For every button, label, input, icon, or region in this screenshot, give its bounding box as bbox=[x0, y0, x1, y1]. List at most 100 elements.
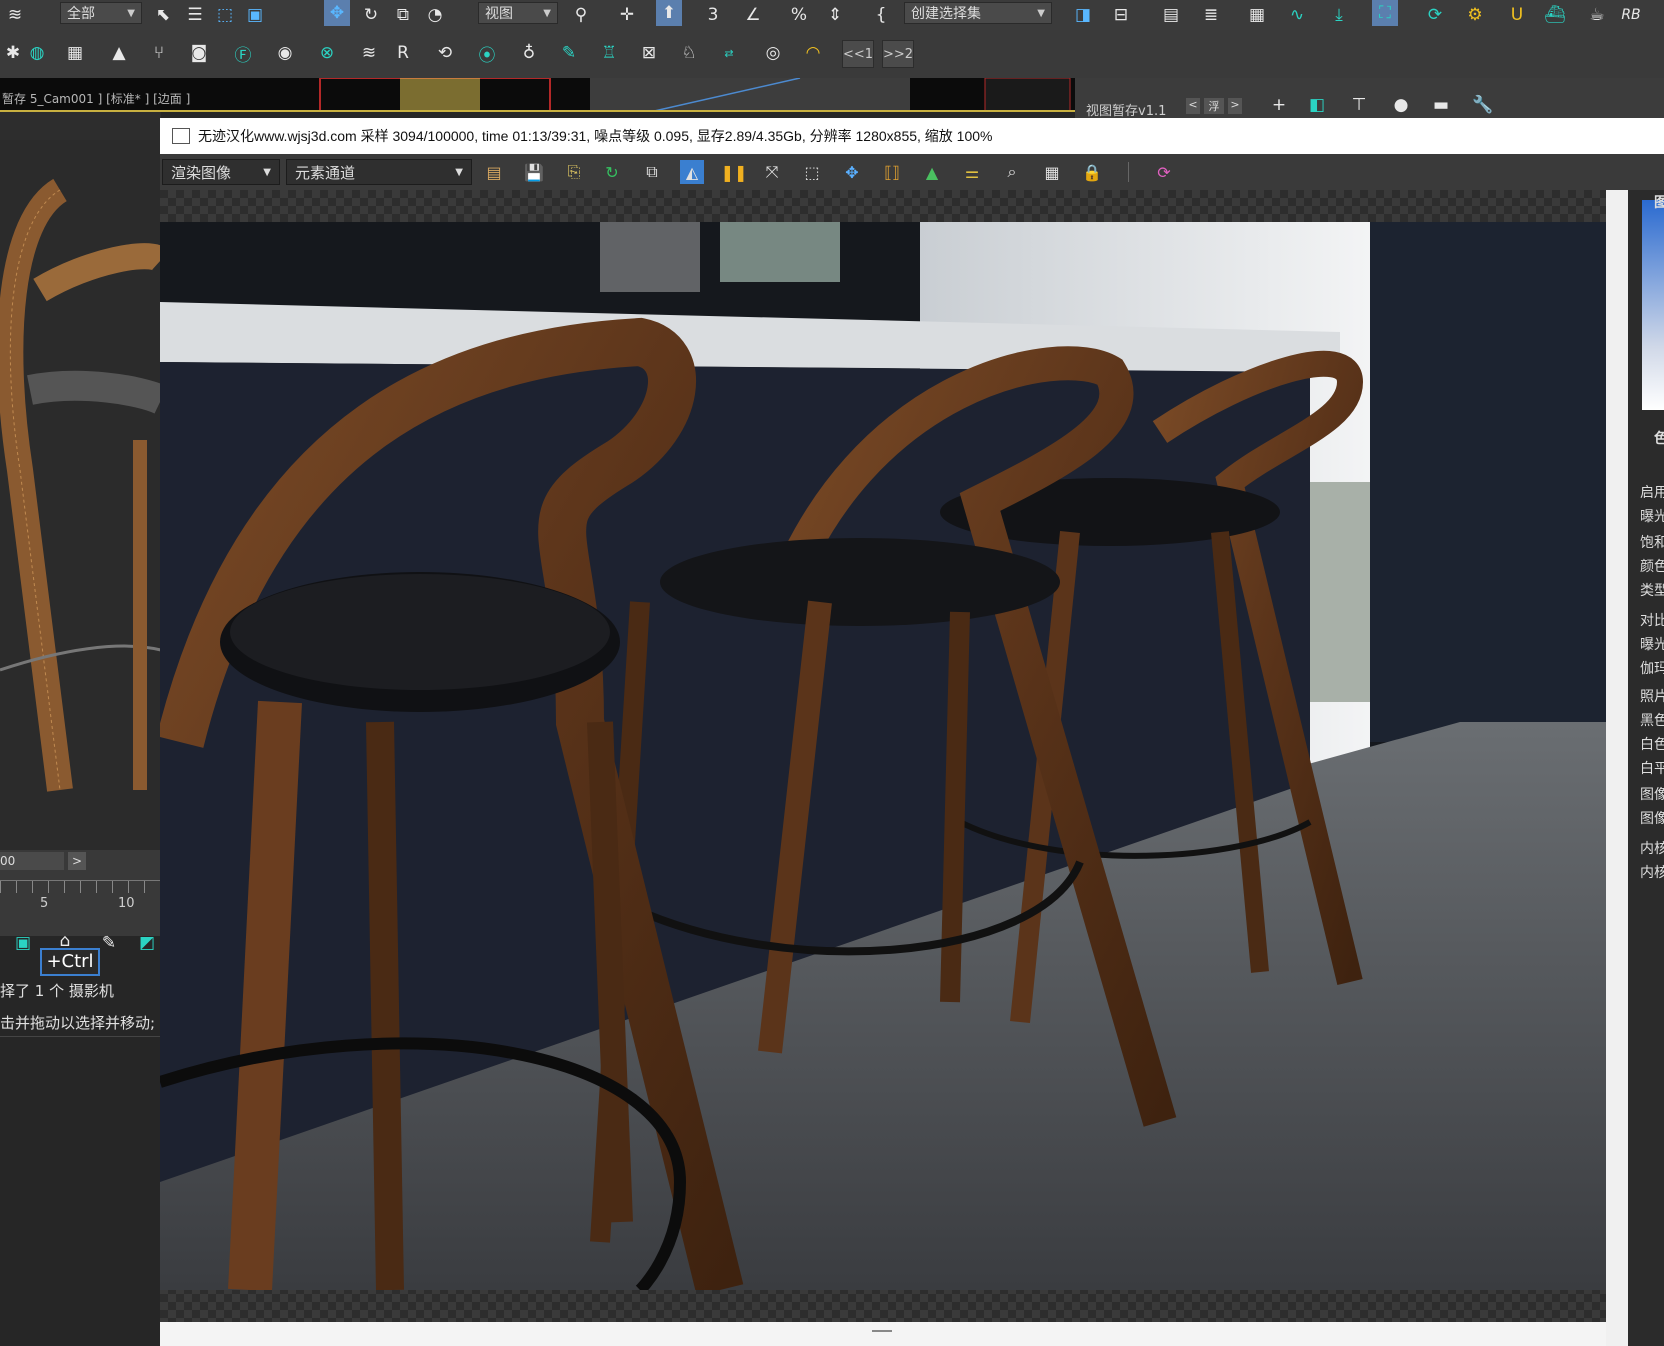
fit-icon[interactable]: ⤧ bbox=[760, 160, 784, 184]
rendered-frame-icon[interactable]: U bbox=[1504, 2, 1530, 28]
globe-icon[interactable]: ◍ bbox=[24, 40, 50, 66]
refresh-render-icon[interactable]: ⟳ bbox=[1152, 160, 1176, 184]
save-lock-icon[interactable]: ▤ bbox=[482, 160, 506, 184]
select-manipulate-icon[interactable]: ✛ bbox=[614, 2, 640, 28]
eyedropper-icon[interactable]: ✎ bbox=[556, 40, 582, 66]
scatter-icon[interactable]: ⊗ bbox=[314, 40, 340, 66]
curve-editor-icon[interactable]: ∿ bbox=[1284, 2, 1310, 28]
keyboard-shortcut-icon[interactable]: ⬆ bbox=[656, 0, 682, 26]
frame-field[interactable]: 00 bbox=[0, 852, 64, 870]
stash-float-button[interactable]: 浮 bbox=[1204, 98, 1224, 114]
selection-filter-combo[interactable]: 全部 ▼ bbox=[60, 2, 142, 24]
save-image-icon[interactable]: 💾 bbox=[522, 160, 546, 184]
select-by-name-icon[interactable]: ☰ bbox=[182, 2, 208, 28]
link-icon[interactable]: ≋ bbox=[2, 2, 28, 28]
rect-region-icon[interactable]: ⬚ bbox=[212, 2, 238, 28]
select-move-icon[interactable]: ✥ bbox=[324, 0, 350, 26]
arc-icon[interactable]: ◠ bbox=[800, 40, 826, 66]
left-viewport-header bbox=[0, 112, 161, 142]
left-viewport[interactable] bbox=[0, 140, 161, 850]
pause-icon[interactable]: ❚❚ bbox=[721, 160, 748, 184]
motion-panel-icon[interactable]: ● bbox=[1388, 92, 1414, 118]
pivot-icon[interactable]: ⚲ bbox=[568, 2, 594, 28]
percent-snap-icon[interactable]: % bbox=[786, 2, 812, 28]
utilities-panel-icon[interactable]: 🔧 bbox=[1470, 92, 1496, 118]
cr-vr-convert-icon[interactable]: ⇄ bbox=[716, 40, 742, 66]
sun-icon[interactable]: ✱ bbox=[0, 40, 26, 66]
right-panel-item: 曝光 bbox=[1640, 509, 1664, 525]
chair-icon[interactable]: ⑂ bbox=[146, 40, 172, 66]
settings-sliders-icon[interactable]: ⚌ bbox=[960, 160, 984, 184]
render-image-combo[interactable]: 渲染图像 ▼ bbox=[162, 159, 280, 185]
load-image-icon[interactable]: ↻ bbox=[600, 160, 624, 184]
selection-set-combo[interactable]: 创建选择集 ▼ bbox=[904, 2, 1052, 24]
zoom-icon[interactable]: ⌕ bbox=[1000, 160, 1024, 184]
save-all-icon[interactable]: ⎘ bbox=[562, 160, 586, 184]
layer-explorer-icon[interactable]: ≣ bbox=[1198, 2, 1224, 28]
angle-snap-icon[interactable]: ∠ bbox=[740, 2, 766, 28]
layers-icon[interactable]: ≋ bbox=[356, 40, 382, 66]
grid-icon[interactable]: ▦ bbox=[62, 40, 88, 66]
scale-icon[interactable]: ⧉ bbox=[390, 2, 416, 28]
ribbon-icon[interactable]: ▦ bbox=[1244, 2, 1270, 28]
right-panel-item: 类型 bbox=[1640, 583, 1664, 599]
edit-named-sets-icon[interactable]: { bbox=[868, 2, 894, 28]
create-panel-icon[interactable]: + bbox=[1266, 92, 1292, 118]
color-correction-icon[interactable]: ▲ bbox=[920, 160, 944, 184]
schematic-view-icon[interactable]: ⛶ bbox=[1372, 0, 1398, 26]
target-icon[interactable]: ◎ bbox=[760, 40, 786, 66]
spinner-snap-icon[interactable]: ⇕ bbox=[822, 2, 848, 28]
rendered-image[interactable] bbox=[160, 222, 1606, 1290]
light-lister-icon[interactable]: ♖ bbox=[596, 40, 622, 66]
prev-page-button[interactable]: <<1 bbox=[842, 40, 874, 68]
copy-icon[interactable]: ⧉ bbox=[640, 160, 664, 184]
terrain-icon[interactable]: ▲ bbox=[106, 40, 132, 66]
align-icon[interactable]: ⊟ bbox=[1108, 2, 1134, 28]
forest-pack-icon[interactable]: Ⓕ bbox=[230, 40, 256, 66]
checker-toggle-icon[interactable]: ▦ bbox=[1040, 160, 1064, 184]
snap-3d-icon[interactable]: 3 bbox=[700, 2, 726, 28]
status-selection-text: 择了 1 个 摄影机 bbox=[0, 982, 114, 1000]
pan-icon[interactable]: ✥ bbox=[840, 160, 864, 184]
stash-next-button[interactable]: > bbox=[1228, 98, 1242, 114]
viewport-label[interactable]: 暂存 5_Cam001 ] [标准* ] [边面 ] bbox=[2, 90, 190, 107]
light-bulb-icon[interactable]: ♁ bbox=[516, 40, 542, 66]
next-page-button[interactable]: >>2 bbox=[882, 40, 914, 68]
display-panel-icon[interactable]: ▬ bbox=[1428, 92, 1454, 118]
lock-icon[interactable]: 🔒 bbox=[1080, 160, 1104, 184]
rgb-channels-icon[interactable]: ◭ bbox=[680, 160, 704, 184]
material-editor-icon[interactable]: ⟳ bbox=[1422, 2, 1448, 28]
rotate-icon[interactable]: ↻ bbox=[358, 2, 384, 28]
stash-prev-button[interactable]: < bbox=[1186, 98, 1200, 114]
excel-export-icon[interactable]: ⊠ bbox=[636, 40, 662, 66]
eye-icon[interactable]: ◉ bbox=[272, 40, 298, 66]
frame-buffer-title: 无迹汉化www.wjsj3d.com 采样 3094/100000, time … bbox=[198, 128, 993, 144]
right-panel-item: 对比 bbox=[1640, 613, 1664, 629]
hierarchy-panel-icon[interactable]: ⊤ bbox=[1346, 92, 1372, 118]
window-crossing-icon[interactable]: ▣ bbox=[242, 2, 268, 28]
railclone-icon[interactable]: R bbox=[390, 40, 416, 66]
render-setup-icon[interactable]: ⚙ bbox=[1462, 2, 1488, 28]
import-icon[interactable]: ⤓ bbox=[1326, 2, 1352, 28]
render-production-icon[interactable]: ⛴ bbox=[1542, 2, 1568, 28]
reference-coord-combo[interactable]: 视图 ▼ bbox=[478, 2, 558, 24]
region-render-icon[interactable]: ⬚ bbox=[800, 160, 824, 184]
lamp-lock-icon[interactable]: ♘ bbox=[676, 40, 702, 66]
refresh-icon[interactable]: ⟲ bbox=[432, 40, 458, 66]
mirror-icon[interactable]: ◨ bbox=[1070, 2, 1096, 28]
timeline-tick-10: 10 bbox=[118, 896, 135, 911]
render-iterative-icon[interactable]: ☕ bbox=[1584, 2, 1610, 28]
resize-grip-icon[interactable] bbox=[872, 1330, 892, 1332]
render-element-combo[interactable]: 元素通道 ▼ bbox=[286, 159, 472, 185]
focus-icon[interactable]: ⟦⟧ bbox=[880, 160, 904, 184]
render-region-icon[interactable]: ⦿ bbox=[474, 40, 500, 66]
key-mode-icon[interactable]: ▣ bbox=[10, 930, 36, 956]
camera-icon[interactable]: ◙ bbox=[186, 40, 212, 66]
next-frame-button[interactable]: > bbox=[68, 852, 86, 870]
modify-panel-icon[interactable]: ◧ bbox=[1304, 92, 1330, 118]
scene-explorer-icon[interactable]: ▤ bbox=[1158, 2, 1184, 28]
placement-icon[interactable]: ◔ bbox=[422, 2, 448, 28]
rb-plugin-icon[interactable]: RB bbox=[1618, 2, 1644, 28]
key-filters-icon[interactable]: ◩ bbox=[134, 930, 160, 956]
select-object-icon[interactable]: ⬉ bbox=[150, 2, 176, 28]
